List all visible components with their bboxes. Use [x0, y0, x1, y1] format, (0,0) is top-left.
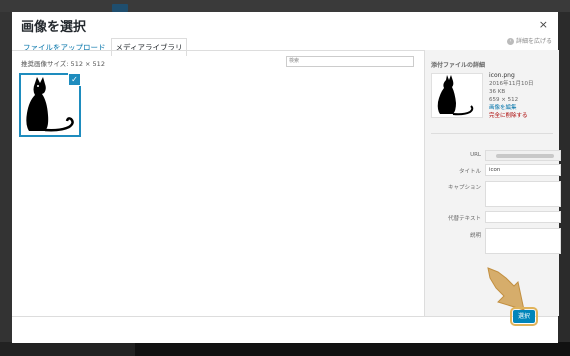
recommended-size-label: 推奨画像サイズ: 512 × 512: [21, 60, 105, 68]
background-footer: [0, 342, 570, 356]
file-size: 36 KB: [489, 89, 506, 95]
select-button[interactable]: 選択: [510, 307, 538, 326]
tab-upload[interactable]: ファイルをアップロード: [18, 38, 111, 56]
file-name: icon.png: [489, 72, 515, 79]
modal-footer: [12, 316, 558, 343]
attachment-thumbnail[interactable]: ✓: [19, 73, 81, 137]
modal-title: 画像を選択: [21, 20, 87, 35]
close-icon[interactable]: ×: [539, 18, 548, 31]
alt-text-label: 代替テキスト: [448, 216, 481, 222]
file-dimensions: 659 × 512: [489, 97, 519, 103]
expand-details-button[interactable]: ‹ 詳細を広げる: [507, 36, 552, 45]
checkmark-icon[interactable]: ✓: [68, 73, 81, 86]
chevron-left-icon: ‹: [507, 38, 514, 45]
title-field[interactable]: icon: [485, 164, 561, 176]
cat-image: [437, 75, 474, 116]
background-button: [112, 4, 128, 12]
media-modal: 画像を選択 × ファイルをアップロード メディアライブラリ ‹ 詳細を広げる 推奨画…: [12, 12, 561, 343]
caption-field[interactable]: [485, 181, 561, 207]
background-admin-bar: [0, 0, 570, 12]
alt-text-field[interactable]: [485, 211, 561, 223]
details-thumbnail: [431, 73, 483, 118]
file-meta: icon.png 2016年11月10日 36 KB 659 × 512 画像を…: [489, 72, 534, 120]
background-admin-menu: [0, 12, 12, 342]
description-label: 説明: [469, 233, 481, 239]
file-date: 2016年11月10日: [489, 81, 534, 87]
url-label: URL: [470, 152, 481, 158]
description-field[interactable]: [485, 228, 561, 254]
search-input[interactable]: 検索: [286, 56, 414, 67]
details-heading: 添付ファイルの詳細: [431, 62, 486, 69]
tab-media-library[interactable]: メディアライブラリ: [110, 38, 188, 56]
edit-image-link[interactable]: 画像を編集: [489, 104, 534, 112]
modal-tabs: ファイルをアップロード メディアライブラリ: [18, 35, 188, 56]
caption-label: キャプション: [447, 185, 481, 191]
url-field[interactable]: [485, 150, 561, 161]
delete-permanently-link[interactable]: 完全に削除する: [489, 112, 534, 120]
title-label: タイトル: [458, 169, 481, 175]
